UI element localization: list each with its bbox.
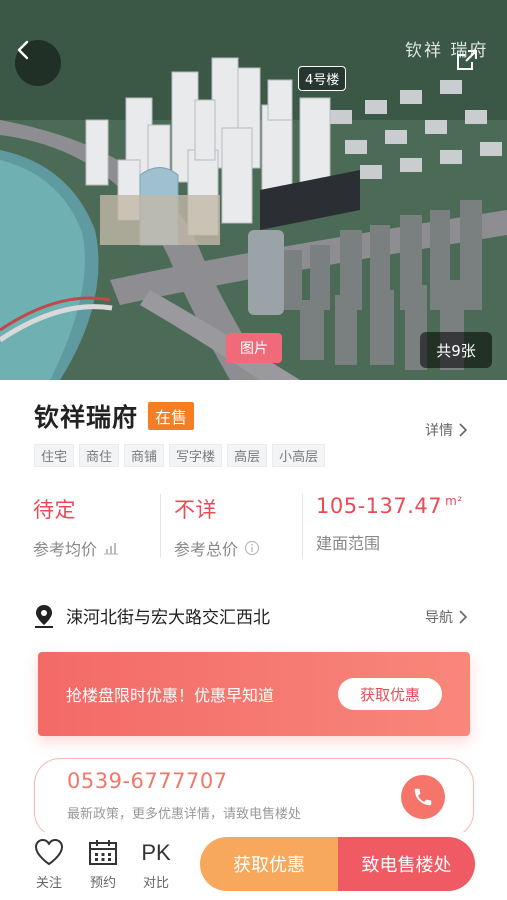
back-button[interactable] — [15, 40, 61, 86]
share-button[interactable] — [455, 48, 485, 78]
follow-button[interactable]: 关注 — [27, 838, 71, 891]
address-text: 涑河北街与宏大路交汇西北 — [66, 608, 270, 628]
total-price-value: 不详 — [174, 498, 217, 522]
compare-label: 对比 — [142, 876, 169, 891]
promo-banner[interactable]: 抢楼盘限时优惠！优惠早知道 获取优惠 — [38, 652, 470, 736]
location-pin-icon — [35, 604, 53, 628]
area-range-value: 105-137.47 — [316, 494, 443, 518]
appointment-button[interactable]: 预约 — [81, 838, 125, 891]
tag: 高层 — [227, 444, 268, 467]
tag: 写字楼 — [169, 444, 223, 467]
address-row[interactable]: 涑河北街与宏大路交汇西北 — [34, 603, 270, 628]
status-badge: 在售 — [148, 402, 195, 430]
calendar-icon — [89, 840, 117, 865]
tag: 商住 — [79, 444, 120, 467]
chevron-right-icon — [459, 423, 467, 437]
hero-image[interactable]: 钦祥 瑞府 4号楼 图片 共9张 — [0, 0, 507, 380]
navigation-link[interactable]: 导航 — [425, 607, 467, 627]
stats-row: 待定 参考均价 不详 参考总价 105-137.47 m² 建面范围 — [20, 494, 490, 560]
tag: 商铺 — [124, 444, 165, 467]
detail-link[interactable]: 详情 — [425, 420, 467, 440]
phone-icon — [414, 788, 432, 806]
photo-tab[interactable]: 图片 — [226, 333, 282, 363]
phone-subtitle: 最新政策，更多优惠详情，请致电售楼处 — [67, 807, 302, 822]
share-icon — [457, 50, 477, 70]
tag: 小高层 — [272, 444, 326, 467]
chart-icon — [104, 543, 119, 555]
chevron-right-icon — [459, 610, 467, 624]
stat-area-range: 105-137.47 m² 建面范围 — [302, 494, 482, 558]
compare-button[interactable]: PK 对比 — [134, 838, 178, 891]
total-price-label-row: 参考总价 — [174, 536, 302, 560]
follow-label: 关注 — [35, 876, 62, 891]
area-range-label-row: 建面范围 — [316, 530, 482, 554]
get-discount-button[interactable]: 获取优惠 — [338, 678, 442, 710]
promo-text: 抢楼盘限时优惠！优惠早知道 — [66, 686, 275, 705]
area-range-value-row: 105-137.47 m² — [316, 494, 482, 518]
avg-price-label-row: 参考均价 — [33, 536, 160, 560]
bottom-bar: 关注 预约 PK 对比 获取优惠 致电售楼处 — [0, 832, 507, 900]
phone-number[interactable]: 0539-6777707 — [67, 769, 228, 793]
call-button[interactable] — [401, 775, 445, 819]
tag: 住宅 — [34, 444, 75, 467]
project-name: 钦祥瑞府 — [34, 403, 139, 432]
navigation-label: 导航 — [425, 610, 453, 626]
stat-total-price[interactable]: 不详 参考总价 — [160, 494, 302, 560]
tag-list: 住宅 商住 商铺 写字楼 高层 小高层 — [34, 444, 326, 467]
title-row: 钦祥瑞府 在售 — [34, 398, 195, 434]
photo-count[interactable]: 共9张 — [420, 332, 492, 368]
avg-price-value: 待定 — [33, 498, 76, 522]
building-tag[interactable]: 4号楼 — [298, 66, 347, 91]
stat-avg-price[interactable]: 待定 参考均价 — [20, 494, 160, 560]
detail-link-label: 详情 — [425, 423, 453, 439]
chevron-left-icon — [17, 40, 29, 60]
area-range-label: 建面范围 — [316, 534, 381, 553]
total-price-label: 参考总价 — [174, 540, 239, 559]
pk-icon: PK — [141, 840, 171, 865]
get-discount-cta[interactable]: 获取优惠 — [200, 837, 338, 891]
area-unit: m² — [445, 494, 463, 508]
info-icon — [244, 540, 260, 556]
heart-icon — [35, 839, 63, 865]
appointment-label: 预约 — [89, 876, 116, 891]
avg-price-label: 参考均价 — [33, 540, 98, 559]
call-sales-cta[interactable]: 致电售楼处 — [338, 837, 475, 891]
phone-card[interactable]: 0539-6777707 最新政策，更多优惠详情，请致电售楼处 — [34, 758, 474, 838]
